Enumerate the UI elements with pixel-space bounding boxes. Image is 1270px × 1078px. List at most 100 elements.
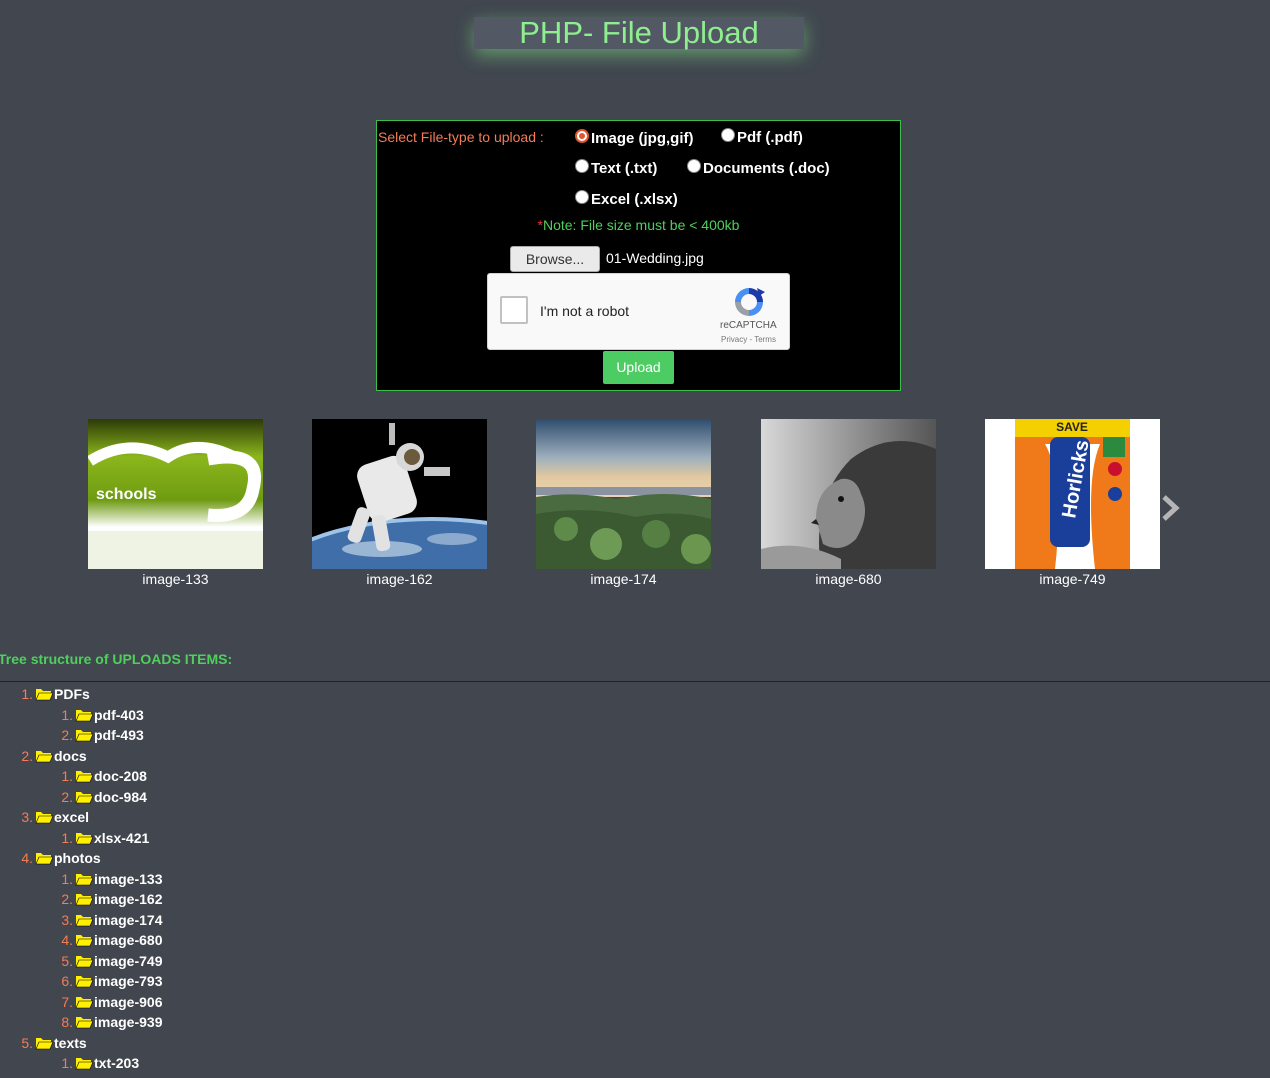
recaptcha-checkbox[interactable]: [500, 296, 528, 324]
tree-file-doc-984[interactable]: 2. doc-984: [0, 787, 162, 808]
tree-divider: [0, 681, 1270, 682]
browse-button[interactable]: Browse...: [510, 246, 600, 272]
tree-item-number: 4.: [61, 932, 73, 949]
tree-item-label: texts: [54, 1034, 87, 1051]
page-title-box: PHP- File Upload: [474, 16, 804, 50]
tree-item-number: 2.: [61, 891, 73, 908]
gallery-item[interactable]: schools image-133: [88, 419, 263, 589]
tree-item-label: pdf-493: [94, 727, 144, 744]
gallery-caption: image-174: [590, 571, 657, 587]
folder-open-icon: [35, 851, 54, 865]
tree-folder-pdfs[interactable]: 1. PDFs: [0, 684, 162, 705]
tree-title: Tree structure of UPLOADS ITEMS:: [0, 651, 233, 667]
thumbnail-astronaut[interactable]: [312, 419, 487, 569]
radio-documents[interactable]: Documents (.doc): [687, 158, 830, 177]
folder-open-icon: [75, 872, 94, 886]
radio-image-label: Image (jpg,gif): [591, 130, 694, 147]
tree-item-number: 5.: [21, 1034, 33, 1051]
gallery-item[interactable]: image-174: [536, 419, 711, 589]
folder-open-icon: [75, 708, 94, 722]
recaptcha-label: I'm not a robot: [540, 303, 630, 319]
tree-file-image-906[interactable]: 7. image-906: [0, 992, 162, 1013]
gallery-caption: image-133: [142, 571, 209, 587]
tree-item-label: image-133: [94, 870, 163, 887]
tree-item-number: 7.: [61, 993, 73, 1010]
tree-item-label: image-939: [94, 1014, 163, 1031]
radio-documents-dot[interactable]: [687, 158, 701, 173]
tree-file-image-749[interactable]: 5. image-749: [0, 951, 162, 972]
tree-folder-docs[interactable]: 2. docs: [0, 746, 162, 767]
tree-file-pdf-493[interactable]: 2. pdf-493: [0, 725, 162, 746]
radio-excel-dot[interactable]: [575, 189, 589, 204]
thumbnail-lion[interactable]: [761, 419, 936, 569]
tree-file-image-939[interactable]: 8. image-939: [0, 1012, 162, 1033]
tree-file-xlsx-421[interactable]: 1. xlsx-421: [0, 828, 162, 849]
gallery-caption: image-680: [815, 571, 882, 587]
folder-open-icon: [75, 831, 94, 845]
radio-text-label: Text (.txt): [591, 160, 658, 177]
tree-item-number: 4.: [21, 850, 33, 867]
tree-folder-texts[interactable]: 5. texts: [0, 1033, 162, 1054]
tree-folder-photos[interactable]: 4. photos: [0, 848, 162, 869]
tree-item-number: 3.: [21, 809, 33, 826]
folder-open-icon: [75, 728, 94, 742]
tree-file-image-680[interactable]: 4. image-680: [0, 930, 162, 951]
tree-item-label: image-162: [94, 891, 163, 908]
tree-item-label: image-793: [94, 973, 163, 990]
thumbnail-w3schools[interactable]: schools: [88, 419, 263, 569]
thumb-text-schools: schools: [96, 486, 157, 503]
tree-file-image-133[interactable]: 1. image-133: [0, 869, 162, 890]
radio-image[interactable]: Image (jpg,gif): [575, 128, 694, 147]
radio-documents-label: Documents (.doc): [703, 160, 830, 177]
recaptcha-widget: I'm not a robot reCAPTCHA Privacy - Term…: [487, 273, 790, 350]
folder-open-icon: [75, 933, 94, 947]
thumb-text-save: SAVE: [1056, 420, 1088, 434]
gallery-item[interactable]: SAVE Horlicks image-749: [985, 419, 1160, 589]
tree-file-txt-203[interactable]: 1. txt-203: [0, 1053, 162, 1074]
tree-item-number: 5.: [61, 952, 73, 969]
tree-item-number: 1.: [61, 768, 73, 785]
tree-item-label: image-906: [94, 993, 163, 1010]
tree-item-number: 3.: [61, 911, 73, 928]
tree-item-label: doc-208: [94, 768, 147, 785]
tree-file-pdf-403[interactable]: 1. pdf-403: [0, 705, 162, 726]
folder-open-icon: [35, 1036, 54, 1050]
folder-open-icon: [75, 1015, 94, 1029]
folder-open-icon: [35, 749, 54, 763]
folder-open-icon: [75, 974, 94, 988]
tree-item-label: image-749: [94, 952, 163, 969]
recaptcha-terms-link[interactable]: Privacy - Terms: [721, 335, 776, 344]
tree-item-number: 1.: [61, 706, 73, 723]
tree-file-image-793[interactable]: 6. image-793: [0, 971, 162, 992]
upload-button[interactable]: Upload: [603, 351, 674, 384]
tree-item-number: 1.: [61, 870, 73, 887]
folder-open-icon: [35, 810, 54, 824]
gallery-item[interactable]: image-680: [761, 419, 936, 589]
tree-item-number: 2.: [61, 788, 73, 805]
radio-image-dot[interactable]: [575, 128, 589, 143]
radio-excel[interactable]: Excel (.xlsx): [575, 189, 678, 208]
gallery-item[interactable]: image-162: [312, 419, 487, 589]
tree-file-image-162[interactable]: 2. image-162: [0, 889, 162, 910]
folder-open-icon: [75, 1056, 94, 1070]
radio-pdf-dot[interactable]: [721, 127, 735, 142]
thumbnail-horlicks[interactable]: SAVE Horlicks: [985, 419, 1160, 569]
chevron-right-icon[interactable]: [1158, 494, 1182, 522]
folder-open-icon: [75, 790, 94, 804]
note-text: Note: File size must be < 400kb: [542, 217, 740, 233]
radio-text[interactable]: Text (.txt): [575, 158, 658, 177]
folder-open-icon: [75, 995, 94, 1009]
tree-file-image-174[interactable]: 3. image-174: [0, 910, 162, 931]
tree-item-number: 1.: [21, 686, 33, 703]
folder-open-icon: [75, 769, 94, 783]
tree-folder-excel[interactable]: 3. excel: [0, 807, 162, 828]
tree-item-number: 8.: [61, 1014, 73, 1031]
file-size-note: *Note: File size must be < 400kb: [377, 217, 900, 233]
folder-open-icon: [75, 954, 94, 968]
tree-file-doc-208[interactable]: 1. doc-208: [0, 766, 162, 787]
tree-item-number: 6.: [61, 973, 73, 990]
file-type-label: Select File-type to upload :: [378, 129, 544, 145]
radio-text-dot[interactable]: [575, 158, 589, 173]
thumbnail-landscape[interactable]: [536, 419, 711, 569]
radio-pdf[interactable]: Pdf (.pdf): [721, 127, 803, 146]
